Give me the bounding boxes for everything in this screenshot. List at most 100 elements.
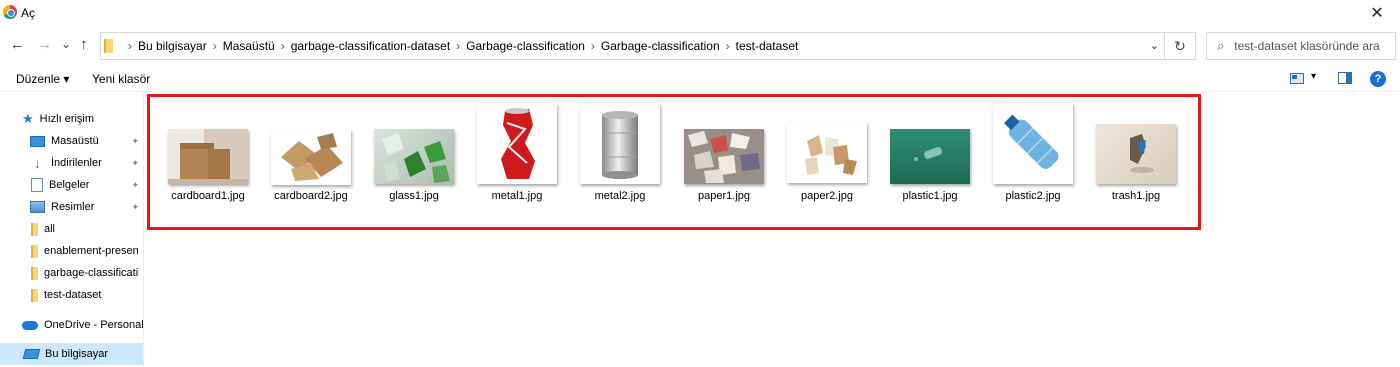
view-dropdown-button[interactable]: ▾ — [1311, 71, 1316, 82]
breadcrumb-separator[interactable]: › — [456, 39, 460, 53]
sidebar-item-label: all — [44, 223, 56, 235]
preview-pane-icon[interactable] — [1338, 72, 1352, 87]
pin-icon: ✦ — [131, 179, 139, 190]
thumbnail-plastic-bottle — [993, 103, 1073, 184]
sidebar-item-label: Belgeler — [49, 179, 90, 191]
command-toolbar: Düzenle ▾ Yeni klasör ▾ ? — [0, 66, 1400, 92]
folder-icon — [31, 244, 38, 258]
sidebar-item-onedrive[interactable]: OneDrive - Personal — [0, 314, 144, 336]
file-tile-glass1[interactable]: glass1.jpg — [366, 103, 462, 213]
sidebar-item-label: Masaüstü — [51, 135, 99, 147]
search-placeholder: test-dataset klasöründe ara — [1234, 39, 1380, 53]
pin-icon: ✦ — [131, 201, 139, 212]
back-button[interactable]: ← — [10, 36, 25, 54]
breadcrumb-separator: › — [128, 39, 132, 53]
file-tile-cardboard2[interactable]: cardboard2.jpg — [263, 103, 359, 213]
breadcrumb-item[interactable]: Bu bilgisayar — [138, 39, 207, 53]
sidebar-item-this-pc[interactable]: Bu bilgisayar — [0, 343, 143, 365]
file-tile-plastic2[interactable]: plastic2.jpg — [985, 103, 1081, 213]
address-bar[interactable]: › Bu bilgisayar › Masaüstü › garbage-cla… — [100, 32, 1196, 60]
file-tile-metal1[interactable]: metal1.jpg — [469, 103, 565, 213]
navigation-pane: ★ Hızlı erişim Masaüstü ✦ ↓ İndirilenler… — [0, 92, 144, 367]
sidebar-item-desktop[interactable]: Masaüstü ✦ — [0, 130, 143, 152]
file-name: plastic2.jpg — [1005, 190, 1061, 202]
breadcrumb-item[interactable]: test-dataset — [736, 39, 799, 53]
sidebar-item-quick-access[interactable]: ★ Hızlı erişim — [0, 108, 143, 130]
star-icon: ★ — [22, 111, 34, 126]
breadcrumb-separator[interactable]: › — [591, 39, 595, 53]
sidebar-item-label: OneDrive - Personal — [44, 319, 144, 331]
thumbnail-paper-pieces — [787, 123, 867, 183]
forward-button[interactable]: → — [37, 36, 52, 54]
file-name: plastic1.jpg — [902, 190, 958, 202]
file-tile-metal2[interactable]: metal2.jpg — [572, 103, 668, 213]
thumbnail-cardboard-pieces — [271, 129, 351, 185]
search-icon: ⌕ — [1217, 38, 1225, 53]
breadcrumb-item[interactable]: Garbage-classification — [466, 39, 585, 53]
file-name: metal1.jpg — [491, 190, 543, 202]
sidebar-item-enablement[interactable]: enablement-presen — [0, 240, 143, 262]
sidebar-item-test-dataset[interactable]: test-dataset — [0, 284, 143, 306]
folder-icon — [31, 288, 38, 302]
new-folder-button[interactable]: Yeni klasör — [92, 72, 150, 86]
sidebar-item-label: İndirilenler — [51, 157, 102, 169]
file-tile-paper2[interactable]: paper2.jpg — [779, 103, 875, 213]
file-tile-plastic1[interactable]: plastic1.jpg — [882, 103, 978, 213]
recent-locations-button[interactable]: ⌄ — [61, 35, 71, 53]
cloud-icon — [22, 320, 38, 330]
sidebar-item-label: garbage-classificati — [44, 267, 139, 279]
pin-icon: ✦ — [131, 135, 139, 146]
file-tile-trash1[interactable]: trash1.jpg — [1088, 103, 1184, 213]
refresh-button[interactable]: ↻ — [1164, 33, 1195, 59]
file-tile-paper1[interactable]: paper1.jpg — [676, 103, 772, 213]
breadcrumb-item[interactable]: Garbage-classification — [601, 39, 720, 53]
file-name: trash1.jpg — [1111, 190, 1161, 202]
sidebar-item-garbage-classification[interactable]: garbage-classificati — [0, 262, 143, 284]
sidebar-item-all[interactable]: all — [0, 218, 143, 240]
up-button[interactable]: ↑ — [80, 36, 88, 54]
file-name: cardboard1.jpg — [171, 190, 245, 202]
thumbnail-cardboard-box — [168, 129, 248, 184]
sidebar-item-documents[interactable]: Belgeler ✦ — [0, 174, 143, 196]
view-options-icon[interactable] — [1290, 73, 1304, 87]
close-button[interactable]: ✕ — [1354, 0, 1400, 26]
breadcrumb-separator[interactable]: › — [281, 39, 285, 53]
help-icon[interactable]: ? — [1370, 71, 1386, 87]
thumbnail-paper-scraps — [684, 129, 764, 184]
pictures-icon — [30, 201, 45, 213]
file-name: paper1.jpg — [698, 190, 750, 202]
file-name: metal2.jpg — [594, 190, 646, 202]
breadcrumb-separator[interactable]: › — [726, 39, 730, 53]
file-tile-cardboard1[interactable]: cardboard1.jpg — [160, 103, 256, 213]
chevron-down-icon[interactable]: ⌄ — [1150, 39, 1159, 52]
sidebar-item-downloads[interactable]: ↓ İndirilenler ✦ — [0, 152, 143, 174]
chrome-icon — [3, 5, 17, 19]
organize-button[interactable]: Düzenle ▾ — [16, 72, 69, 86]
sidebar-item-pictures[interactable]: Resimler ✦ — [0, 196, 143, 218]
sidebar-item-label: Resimler — [51, 201, 95, 213]
breadcrumb-item[interactable]: Masaüstü — [223, 39, 275, 53]
sidebar-item-label: Hızlı erişim — [39, 113, 95, 125]
folder-icon — [104, 39, 113, 53]
sidebar-item-label: Bu bilgisayar — [45, 348, 108, 360]
computer-icon — [22, 349, 41, 359]
search-input[interactable]: ⌕ test-dataset klasöründe ara — [1206, 32, 1396, 60]
file-name: glass1.jpg — [389, 190, 439, 202]
folder-icon — [31, 266, 38, 280]
title-bar: Aç ✕ — [0, 0, 1400, 26]
download-icon: ↓ — [34, 155, 41, 171]
thumbnail-trash-item — [1096, 124, 1176, 184]
file-name: paper2.jpg — [801, 190, 853, 202]
thumbnail-crushed-can — [477, 103, 557, 184]
breadcrumb-separator[interactable]: › — [213, 39, 217, 53]
thumbnail-tin-can — [580, 103, 660, 184]
file-name: cardboard2.jpg — [274, 190, 348, 202]
breadcrumb-item[interactable]: garbage-classification-dataset — [291, 39, 450, 53]
window-title: Aç — [21, 6, 36, 20]
sidebar-item-label: enablement-presen — [44, 245, 139, 257]
folder-icon — [31, 222, 38, 236]
desktop-icon — [30, 135, 45, 147]
pin-icon: ✦ — [131, 157, 139, 168]
thumbnail-bottle-underwater — [890, 129, 970, 184]
sidebar-item-label: test-dataset — [44, 289, 102, 301]
